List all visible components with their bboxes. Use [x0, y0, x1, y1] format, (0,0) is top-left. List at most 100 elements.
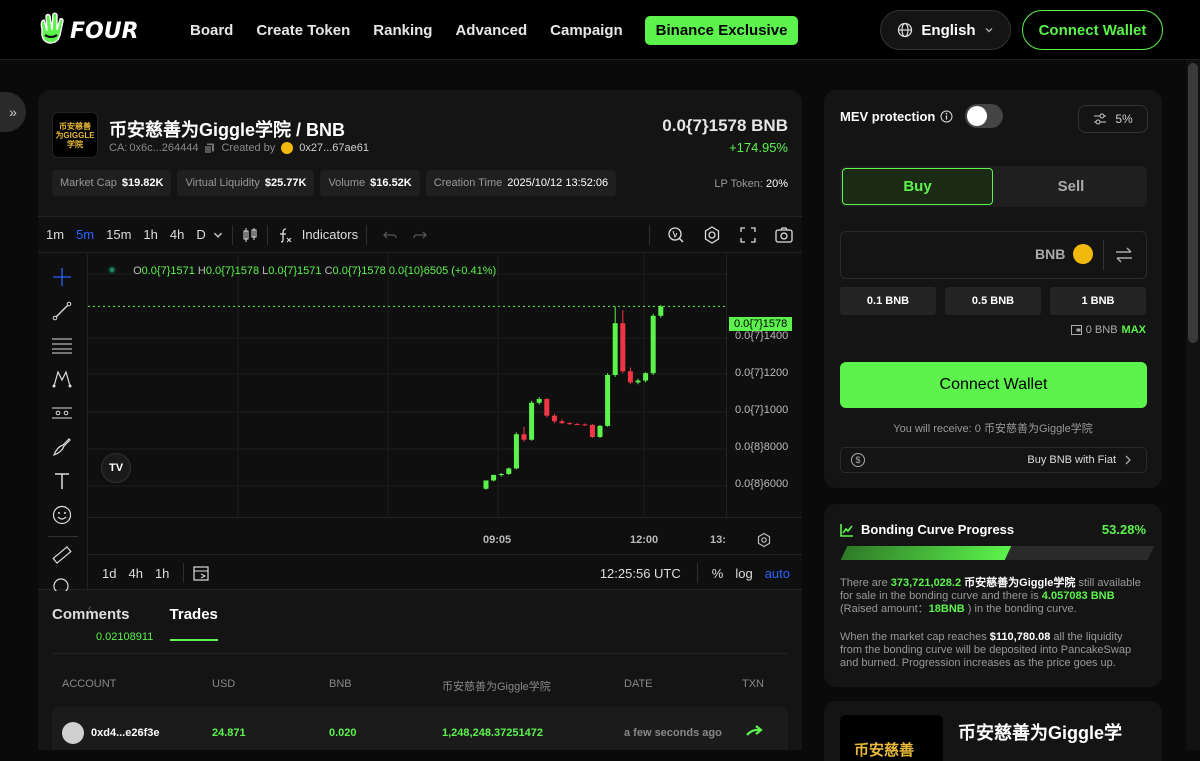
- table-row[interactable]: 0xd4...e26f3e 24.871 0.020 1,248,248.372…: [52, 707, 788, 750]
- quick-amount-0-1[interactable]: 0.1 BNB: [840, 287, 936, 315]
- brush-icon[interactable]: [51, 436, 73, 458]
- candle-body: [506, 468, 512, 474]
- slippage-button[interactable]: 5%: [1078, 105, 1148, 133]
- stat-label: Volume: [328, 177, 366, 189]
- stat-label: Virtual Liquidity: [185, 177, 260, 189]
- camera-icon[interactable]: [774, 225, 794, 245]
- tabs-divider: [52, 653, 788, 654]
- trade-account[interactable]: 0xd4...e26f3e: [91, 727, 160, 739]
- redo-icon[interactable]: [411, 226, 429, 244]
- auto-scale-toggle[interactable]: auto: [759, 566, 796, 581]
- connect-wallet-button[interactable]: Connect Wallet: [1022, 10, 1163, 50]
- timeframe-1m[interactable]: 1m: [40, 227, 70, 242]
- expand-sidebar-button[interactable]: »: [0, 92, 26, 132]
- mev-toggle[interactable]: [965, 104, 1003, 128]
- candle-body: [529, 402, 535, 440]
- y-tick-label: 0.0{7}1000: [735, 404, 789, 416]
- undo-icon[interactable]: [381, 226, 399, 244]
- token-price: 0.0{7}1578 BNB: [662, 116, 788, 135]
- quick-amount-0-5[interactable]: 0.5 BNB: [945, 287, 1041, 315]
- language-selector[interactable]: English: [880, 10, 1011, 50]
- token-info-card: 币安慈善 币安慈善为Giggle学: [824, 701, 1162, 761]
- wallet-icon: [1070, 325, 1082, 335]
- copy-icon[interactable]: [204, 143, 215, 154]
- timeframe-15m[interactable]: 15m: [100, 227, 137, 242]
- chart-clock[interactable]: 12:25:56 UTC: [600, 566, 681, 581]
- token-pair-title: 币安慈善为Giggle学院 / BNB: [109, 120, 346, 140]
- range-1d[interactable]: 1d: [96, 566, 122, 581]
- timeframe-d[interactable]: D: [190, 227, 211, 242]
- measure-icon[interactable]: [51, 402, 73, 424]
- swap-arrows-icon[interactable]: [1113, 244, 1135, 266]
- slippage-value: 5%: [1115, 112, 1133, 126]
- toolbar-divider: [696, 563, 698, 583]
- price-axis[interactable]: 0.0{7}1400 0.0{7}1200 0.0{7}1000 0.0{8}8…: [726, 254, 802, 517]
- search-zoom-icon[interactable]: [666, 225, 686, 245]
- crosshair-icon[interactable]: [51, 266, 73, 288]
- zoom-tool-icon[interactable]: [51, 576, 73, 591]
- time-axis[interactable]: 09:05 12:00 13:: [88, 517, 802, 553]
- max-button[interactable]: MAX: [1122, 324, 1146, 336]
- nav-create-token[interactable]: Create Token: [256, 22, 350, 39]
- scrollbar-thumb[interactable]: [1188, 63, 1198, 343]
- lp-value: 20%: [765, 178, 788, 190]
- pattern-icon[interactable]: [51, 368, 73, 390]
- receive-estimate: You will receive: 0 币安慈善为Giggle学院: [893, 423, 1093, 435]
- chevron-down-icon[interactable]: [212, 229, 224, 241]
- tradingview-logo[interactable]: TV: [101, 453, 131, 483]
- nav-board[interactable]: Board: [190, 22, 233, 39]
- timeframe-5m[interactable]: 5m: [70, 227, 100, 242]
- connect-wallet-trade-button[interactable]: Connect Wallet: [840, 362, 1147, 408]
- ohlc-close: 0.0{7}1578: [332, 265, 386, 277]
- lp-token: LP Token: 20%: [714, 178, 788, 190]
- buy-with-fiat-button[interactable]: $ Buy BNB with Fiat: [840, 447, 1147, 473]
- stat-virtual-liquidity: Virtual Liquidity $25.77K: [177, 170, 315, 196]
- candlestick-type-icon[interactable]: [241, 226, 259, 244]
- timeframe-4h[interactable]: 4h: [164, 227, 190, 242]
- quick-amount-1[interactable]: 1 BNB: [1050, 287, 1146, 315]
- calendar-range-icon[interactable]: [192, 564, 210, 582]
- settings-gear-icon[interactable]: [702, 225, 722, 245]
- text-tool-icon[interactable]: [51, 470, 73, 492]
- chevron-down-icon: [985, 28, 993, 33]
- stat-value: $16.52K: [370, 177, 412, 189]
- buy-tab[interactable]: Buy: [842, 168, 993, 205]
- nav-links: Board Create Token Ranking Advanced Camp…: [190, 0, 799, 60]
- tools-divider: [48, 536, 78, 537]
- sell-tab[interactable]: Sell: [995, 166, 1147, 207]
- chart-toolbar: 1m 5m 15m 1h 4h D Indicators: [38, 217, 802, 253]
- creator-address[interactable]: 0x27...67ae61: [299, 142, 369, 154]
- emoji-icon[interactable]: [51, 504, 73, 526]
- fullscreen-icon[interactable]: [738, 225, 758, 245]
- nav-ranking[interactable]: Ranking: [373, 22, 432, 39]
- nav-advanced[interactable]: Advanced: [455, 22, 527, 39]
- nav-binance-exclusive[interactable]: Binance Exclusive: [644, 15, 799, 45]
- ohlc-legend: O0.0{7}1571 H0.0{7}1578 L0.0{7}1571 C0.0…: [108, 265, 496, 277]
- column-header: TXN: [742, 678, 764, 690]
- text-span: When the market cap reaches: [840, 631, 990, 643]
- trend-line-icon[interactable]: [51, 300, 73, 322]
- range-4h[interactable]: 4h: [122, 566, 148, 581]
- stat-value: $19.82K: [121, 177, 164, 189]
- arrow-right-icon[interactable]: [746, 725, 764, 739]
- token-main-panel: 币安慈善 为GIGGLE 学院 币安慈善为Giggle学院 / BNB CA: …: [38, 90, 802, 750]
- timeframe-1h[interactable]: 1h: [137, 227, 163, 242]
- toolbar-divider: [183, 563, 185, 583]
- logo[interactable]: FOUR: [38, 11, 139, 45]
- range-1h[interactable]: 1h: [149, 566, 175, 581]
- axis-settings-icon[interactable]: [756, 532, 772, 548]
- log-scale-toggle[interactable]: log: [729, 566, 758, 581]
- amount-field: BNB: [840, 231, 1147, 279]
- amount-input[interactable]: [851, 244, 1021, 268]
- info-icon[interactable]: [940, 110, 953, 123]
- candlestick-plot[interactable]: [88, 254, 726, 517]
- tab-comments[interactable]: Comments: [52, 606, 130, 641]
- tab-trades[interactable]: Trades: [169, 606, 218, 641]
- indicators-button[interactable]: Indicators: [276, 226, 358, 244]
- ruler-icon[interactable]: [51, 544, 73, 566]
- horizontal-lines-icon[interactable]: [51, 334, 73, 356]
- nav-campaign[interactable]: Campaign: [550, 22, 623, 39]
- ohlc-open: 0.0{7}1571: [141, 265, 195, 277]
- percent-scale-toggle[interactable]: %: [706, 566, 730, 581]
- bonding-progress-fill: [840, 546, 1011, 560]
